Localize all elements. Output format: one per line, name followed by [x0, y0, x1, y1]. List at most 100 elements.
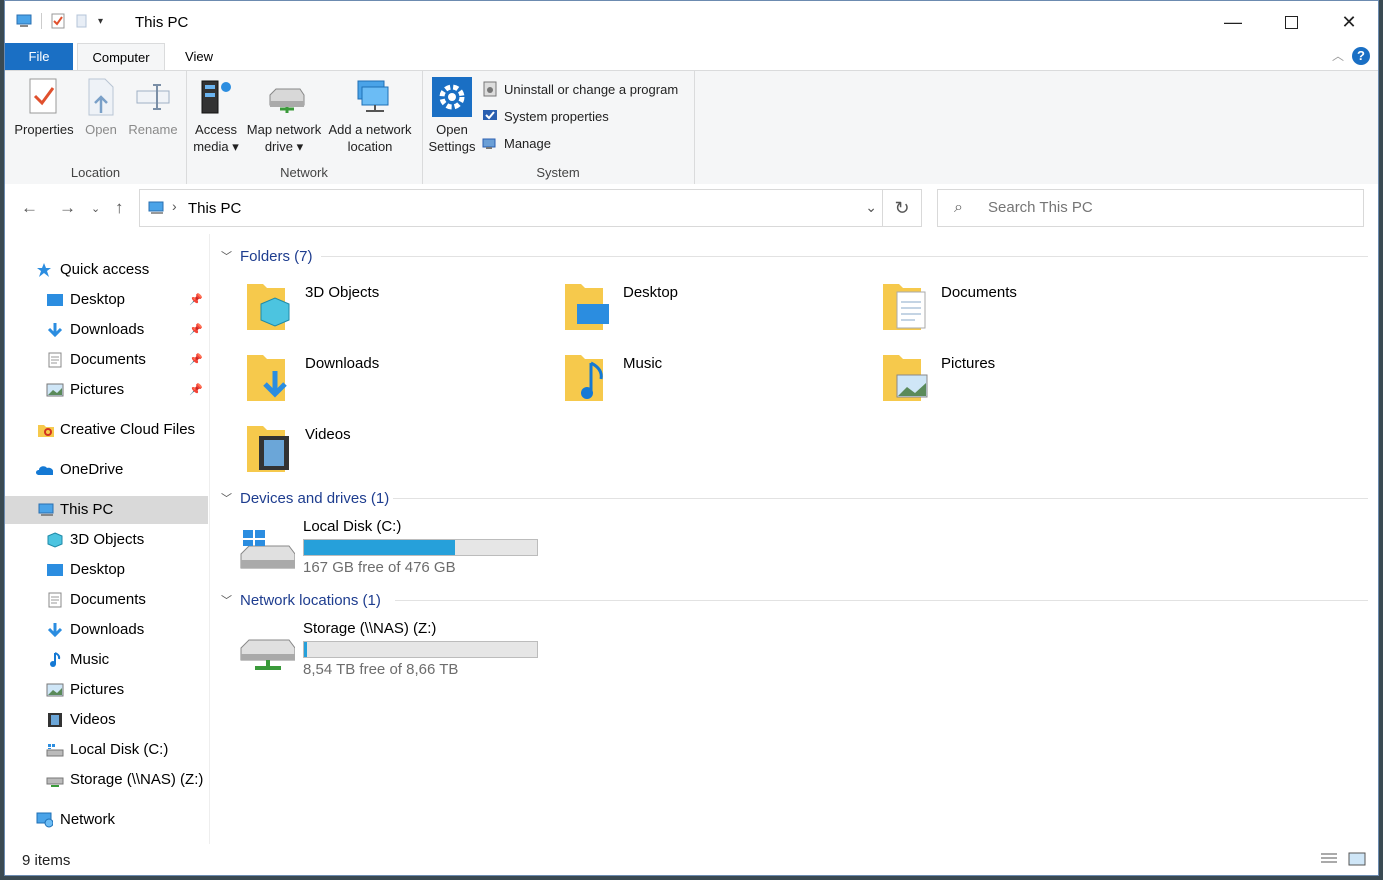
sidebar-label: OneDrive — [60, 461, 124, 478]
properties-button[interactable]: Properties — [13, 77, 75, 138]
drive-local-disk[interactable]: Local Disk (C:) 167 GB free of 476 GB — [239, 518, 559, 590]
large-icons-view-icon[interactable] — [1348, 852, 1366, 866]
folder-videos[interactable]: Videos — [245, 420, 545, 480]
sidebar-item-pictures[interactable]: Pictures — [5, 676, 208, 704]
sidebar-item-creative-cloud[interactable]: Creative Cloud Files — [5, 416, 208, 444]
sidebar-label: Documents — [70, 591, 146, 608]
drive-usage-fill — [304, 642, 308, 657]
folder-documents[interactable]: Documents — [881, 278, 1181, 338]
folder-desktop[interactable]: Desktop — [563, 278, 863, 338]
up-arrow-icon[interactable]: ↑ — [115, 198, 124, 218]
drive-storage-nas[interactable]: Storage (\\NAS) (Z:) 8,54 TB free of 8,6… — [239, 620, 559, 692]
open-settings-label-1: Open — [436, 122, 468, 137]
collapse-chevron-icon[interactable]: ﹀ — [221, 248, 232, 264]
address-dropdown-icon[interactable]: ⌄ — [865, 199, 877, 216]
forward-arrow-icon[interactable]: → — [59, 198, 76, 218]
sidebar-item-downloads[interactable]: Downloads — [5, 616, 208, 644]
tab-view[interactable]: View — [173, 43, 225, 71]
manage-icon — [482, 135, 498, 151]
section-header-network[interactable]: ﹀ Network locations (1) — [221, 590, 381, 610]
collapse-chevron-icon[interactable]: ﹀ — [221, 490, 232, 506]
folder-pictures[interactable]: Pictures — [881, 349, 1181, 409]
sidebar-item-this-pc[interactable]: This PC — [5, 496, 208, 524]
sidebar-item-videos[interactable]: Videos — [5, 706, 208, 734]
address-pc-icon — [148, 201, 164, 214]
close-button[interactable]: ✕ — [1320, 1, 1378, 43]
section-divider — [395, 600, 1368, 601]
address-bar[interactable]: › This PC ⌄ ↻ — [139, 189, 922, 227]
sidebar-item-3d-objects[interactable]: 3D Objects — [5, 526, 208, 554]
sidebar-label: 3D Objects — [70, 531, 145, 548]
drive-label: Local Disk (C:) — [303, 518, 402, 535]
folder-3d-objects[interactable]: 3D Objects — [245, 278, 545, 338]
sidebar-item-qa-documents[interactable]: Documents 📌 — [5, 346, 208, 374]
uninstall-icon — [482, 81, 498, 97]
refresh-icon[interactable]: ↻ — [882, 190, 921, 226]
open-button[interactable]: Open — [79, 77, 123, 138]
tab-file[interactable]: File — [5, 43, 73, 71]
section-divider — [393, 498, 1368, 499]
tab-computer[interactable]: Computer — [77, 43, 165, 71]
section-divider — [321, 256, 1368, 257]
details-view-icon[interactable] — [1320, 852, 1338, 866]
add-location-label-1: Add a network — [328, 122, 412, 137]
maximize-button[interactable] — [1262, 1, 1320, 43]
sidebar-item-qa-pictures[interactable]: Pictures 📌 — [5, 376, 208, 404]
breadcrumb[interactable]: This PC — [188, 200, 241, 217]
document-icon — [48, 352, 62, 368]
search-input[interactable] — [986, 198, 1350, 217]
breadcrumb-chevron-icon[interactable]: › — [172, 198, 177, 214]
section-title: Folders (7) — [240, 247, 313, 265]
ribbon-tabs: File Computer View — [5, 43, 1378, 71]
group-network: Access media ▾ Map network drive ▾ Add a… — [186, 71, 423, 184]
title-bar: ▾ This PC — ✕ — [5, 1, 1378, 43]
folder-pictures-icon — [883, 355, 928, 401]
folder-downloads[interactable]: Downloads — [245, 349, 545, 409]
collapse-ribbon-icon[interactable]: ︿ — [1332, 47, 1344, 64]
new-folder-qat-icon[interactable] — [74, 13, 90, 29]
sidebar-item-desktop[interactable]: Desktop — [5, 556, 208, 584]
access-media-button[interactable]: Access media ▾ — [192, 77, 240, 155]
uninstall-label: Uninstall or change a program — [504, 81, 679, 97]
folder-label: Pictures — [941, 355, 996, 372]
recent-locations-icon[interactable]: ⌄ — [91, 202, 100, 215]
picture-icon — [46, 383, 64, 397]
item-count: 9 items — [22, 852, 71, 869]
add-network-location-button[interactable]: Add a network location — [324, 77, 416, 155]
manage-button[interactable]: Manage — [482, 135, 551, 151]
sidebar-item-local-disk[interactable]: Local Disk (C:) — [5, 736, 208, 764]
pin-icon: 📌 — [189, 294, 203, 306]
cube-3d-icon — [47, 532, 63, 548]
sidebar-label: Documents — [70, 351, 146, 368]
sidebar-item-quick-access[interactable]: Quick access — [5, 256, 208, 284]
uninstall-program-button[interactable]: Uninstall or change a program — [482, 81, 678, 97]
properties-qat-icon[interactable] — [50, 13, 66, 29]
sidebar-item-qa-desktop[interactable]: Desktop 📌 — [5, 286, 208, 314]
sidebar-item-qa-downloads[interactable]: Downloads 📌 — [5, 316, 208, 344]
map-network-drive-button[interactable]: Map network drive ▾ — [242, 77, 326, 155]
qat-dropdown-icon[interactable]: ▾ — [98, 16, 103, 27]
open-label: Open — [85, 122, 117, 137]
sidebar-item-storage-nas[interactable]: Storage (\\NAS) (Z:) — [5, 766, 208, 794]
search-box[interactable]: ⌕ — [937, 189, 1364, 227]
sidebar-label: Network — [60, 811, 116, 828]
sidebar-item-music[interactable]: Music — [5, 646, 208, 674]
collapse-chevron-icon[interactable]: ﹀ — [221, 592, 232, 608]
media-server-icon — [198, 77, 234, 117]
sidebar-item-network[interactable]: Network — [5, 806, 208, 834]
section-header-devices[interactable]: ﹀ Devices and drives (1) — [221, 488, 389, 508]
group-label-location: Location — [70, 165, 121, 180]
this-pc-icon — [38, 503, 54, 516]
open-settings-label-2: Settings — [428, 139, 476, 154]
sidebar-item-documents[interactable]: Documents — [5, 586, 208, 614]
folder-music[interactable]: Music — [563, 349, 863, 409]
back-arrow-icon[interactable]: ← — [21, 198, 38, 218]
sidebar-item-onedrive[interactable]: OneDrive — [5, 456, 208, 484]
map-drive-label-2: drive ▾ — [264, 139, 304, 154]
system-properties-button[interactable]: System properties — [482, 108, 609, 124]
minimize-button[interactable]: — — [1204, 1, 1262, 43]
section-header-folders[interactable]: ﹀ Folders (7) — [221, 246, 313, 266]
rename-button[interactable]: Rename — [125, 77, 181, 138]
help-icon[interactable]: ? — [1352, 47, 1370, 65]
open-settings-button[interactable]: Open Settings — [426, 77, 478, 155]
